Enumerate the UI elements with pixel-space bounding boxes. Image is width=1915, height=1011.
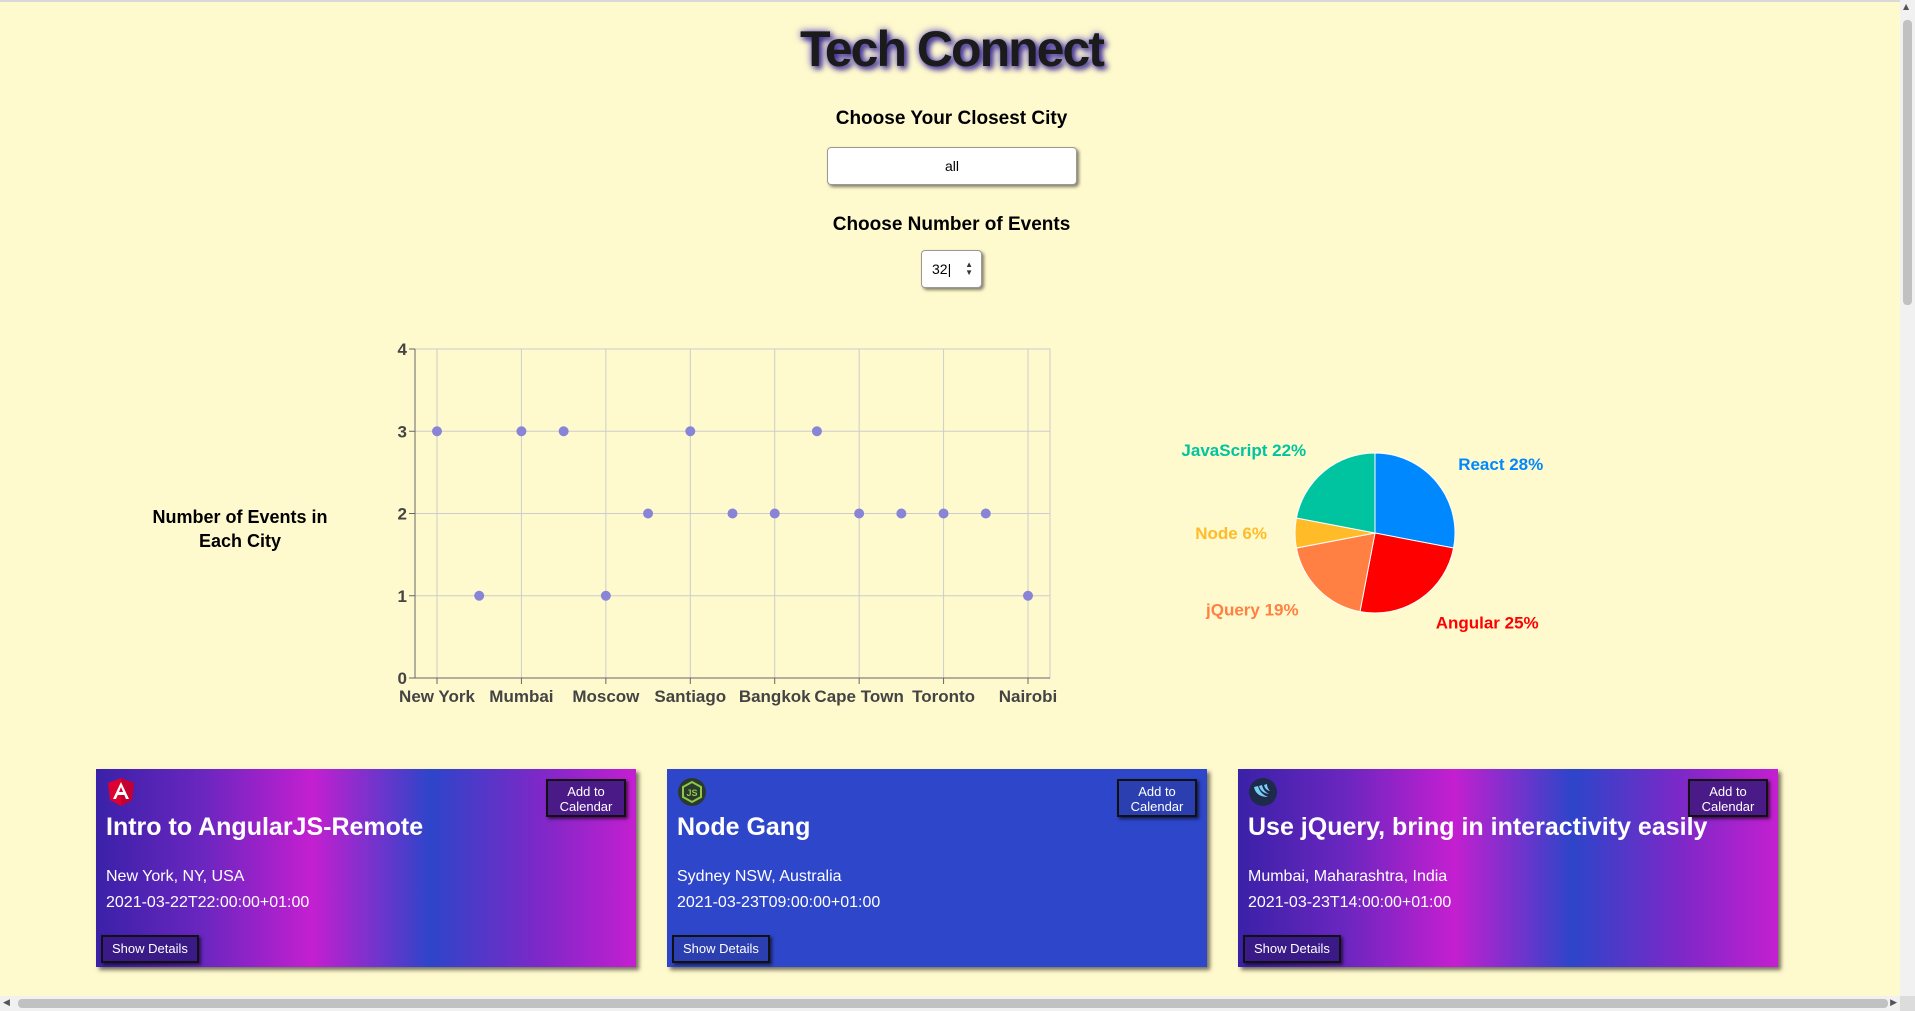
add-to-calendar-button[interactable]: Add to Calendar <box>546 779 626 817</box>
x-tick-label: Toronto <box>912 687 975 706</box>
add-to-calendar-button[interactable]: Add to Calendar <box>1117 779 1197 817</box>
x-tick-label: Bangkok <box>739 687 811 706</box>
event-datetime: 2021-03-22T22:00:00+01:00 <box>106 894 310 911</box>
pie-slice-react <box>1374 452 1456 549</box>
pie-label: JavaScript 22% <box>1181 441 1306 460</box>
x-tick-label: Santiago <box>654 687 726 706</box>
event-title: Intro to AngularJS-Remote <box>106 813 424 841</box>
events-count-label: Choose Number of Events <box>832 214 1071 235</box>
city-search-input[interactable]: all <box>827 147 1077 185</box>
pie-label: jQuery 19% <box>1205 600 1299 619</box>
nodejs-icon: JS <box>678 778 706 806</box>
vertical-scroll-thumb[interactable] <box>1903 20 1912 305</box>
scatter-point <box>474 590 485 601</box>
scatter-point <box>854 508 865 519</box>
scatter-point <box>769 508 780 519</box>
y-tick-label: 4 <box>398 340 408 359</box>
x-tick-label: Nairobi <box>999 687 1058 706</box>
scatter-point <box>432 426 442 437</box>
scatter-point <box>811 426 822 437</box>
event-datetime: 2021-03-23T14:00:00+01:00 <box>1248 894 1452 911</box>
scatter-point <box>1023 590 1033 601</box>
jquery-icon <box>1249 778 1277 806</box>
x-tick-label: Moscow <box>572 687 640 706</box>
y-tick-label: 1 <box>398 587 407 606</box>
event-card: JS Add to Calendar Node Gang Sydney NSW,… <box>667 769 1207 967</box>
angular-icon <box>108 778 134 806</box>
event-card: Add to Calendar Intro to AngularJS-Remot… <box>96 769 636 967</box>
horizontal-scrollbar[interactable]: ◀ ▶ <box>0 996 1900 1011</box>
pie-label: Angular 25% <box>1436 613 1539 632</box>
events-count-value: 32 <box>932 261 948 277</box>
scatter-point <box>685 426 696 437</box>
number-stepper-icon[interactable]: ▲ ▼ <box>965 261 973 277</box>
event-location: Sydney NSW, Australia <box>677 868 842 885</box>
text-cursor: | <box>947 261 952 277</box>
event-title: Use jQuery, bring in interactivity easil… <box>1248 813 1708 841</box>
scatter-point <box>980 508 991 519</box>
scatter-point <box>643 508 654 519</box>
scatter-point <box>938 508 949 519</box>
pie-label: Node 6% <box>1195 524 1267 543</box>
event-datetime: 2021-03-23T09:00:00+01:00 <box>677 894 881 911</box>
app-title: Tech Connect <box>800 21 1105 77</box>
event-card: Add to Calendar Use jQuery, bring in int… <box>1238 769 1778 967</box>
vertical-scrollbar[interactable]: ▲ <box>1900 0 1915 996</box>
scroll-right-icon[interactable]: ▶ <box>1890 998 1897 1008</box>
scatter-caption: Number of Events in Each City <box>152 507 328 551</box>
scatter-point <box>727 508 738 519</box>
x-tick-label: New York <box>399 687 475 706</box>
event-location: New York, NY, USA <box>106 868 245 885</box>
show-details-button[interactable]: Show Details <box>672 935 770 963</box>
show-details-button[interactable]: Show Details <box>1243 935 1341 963</box>
scatter-point <box>896 508 907 519</box>
scroll-up-icon[interactable]: ▲ <box>1903 2 1909 11</box>
top-border <box>0 0 1915 2</box>
scatter-point <box>558 426 569 437</box>
show-details-button[interactable]: Show Details <box>101 935 199 963</box>
city-label: Choose Your Closest City <box>835 108 1068 129</box>
y-tick-label: 3 <box>398 422 407 441</box>
svg-text:JS: JS <box>686 788 697 798</box>
x-tick-label: Cape Town <box>814 687 903 706</box>
pie-slice-angular <box>1359 532 1455 614</box>
scrollbar-corner <box>1900 996 1915 1011</box>
scatter-chart: 0 1 2 3 4 New York Mumbai Moscow Santiago Bangkok… <box>398 340 1058 706</box>
event-location: Mumbai, Maharashtra, India <box>1248 868 1448 885</box>
x-tick-label: Mumbai <box>489 687 553 706</box>
horizontal-scroll-thumb[interactable] <box>18 999 1888 1008</box>
add-to-calendar-button[interactable]: Add to Calendar <box>1688 779 1768 817</box>
y-tick-label: 0 <box>398 669 407 688</box>
events-count-input[interactable]: 32| ▲ ▼ <box>921 250 982 288</box>
event-title: Node Gang <box>677 813 811 841</box>
scroll-left-icon[interactable]: ◀ <box>3 998 10 1008</box>
y-tick-label: 2 <box>398 505 407 524</box>
pie-label: React 28% <box>1458 455 1543 474</box>
pie-chart: React 28% Angular 25% jQuery 19% Node 6% Jav… <box>1181 441 1543 633</box>
scatter-point <box>600 590 611 601</box>
scatter-point <box>516 426 527 437</box>
